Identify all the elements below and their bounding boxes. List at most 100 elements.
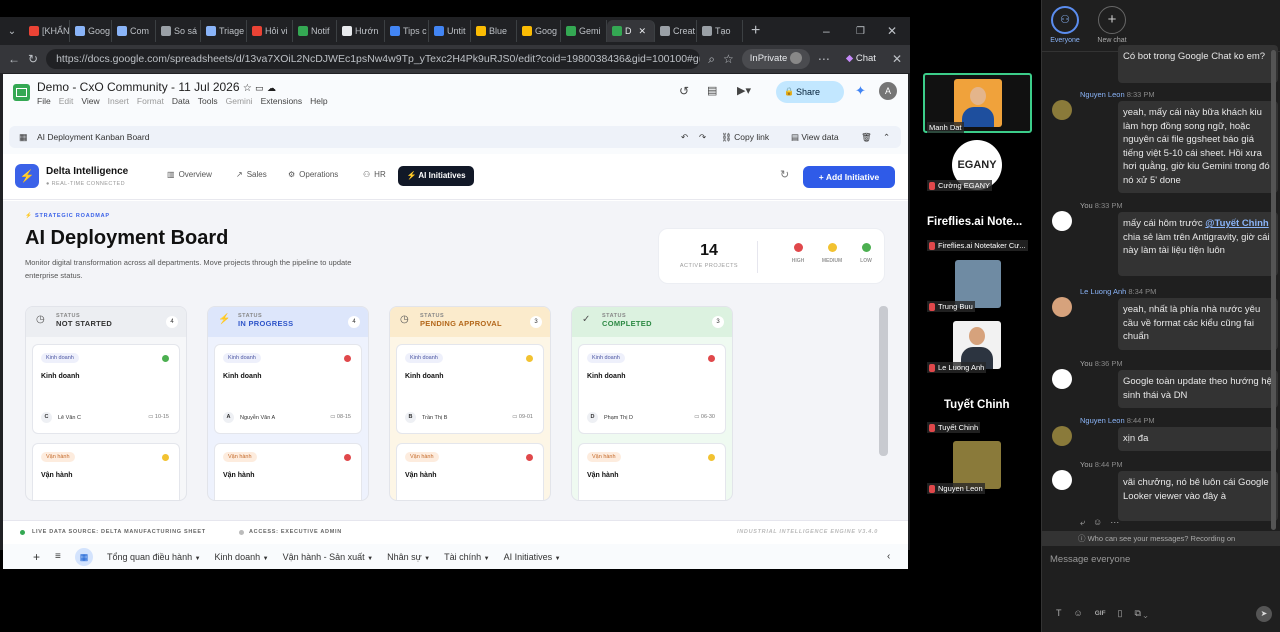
sheet-tab[interactable]: Vận hành - Sản xuất ▼ [283, 552, 374, 562]
chat-everyone-tab[interactable]: ⚇ Everyone [1048, 6, 1082, 48]
message-bubble[interactable]: yeah, mấy cái này bữa khách kiu làm hợp … [1118, 101, 1278, 193]
message-bubble[interactable]: Có bot trong Google Chat ko em? [1118, 45, 1278, 83]
sheet-tab[interactable]: AI Initiatives ▼ [504, 552, 561, 562]
explore-icon[interactable]: ▦ [75, 547, 93, 566]
message-bubble[interactable]: vãi chưởng, nó bê luôn cái Google Looker… [1118, 471, 1278, 521]
add-initiative-button[interactable]: + Add Initiative [803, 166, 895, 188]
menu-format[interactable]: Format [137, 96, 164, 106]
menu-insert[interactable]: Insert [108, 96, 129, 106]
browser-tab[interactable]: Goog [517, 20, 561, 42]
nav-ai-initiatives[interactable]: ⚡ AI Initiatives [398, 166, 474, 186]
recording-notice[interactable]: ⓘ Who can see your messages? Recording o… [1042, 531, 1280, 546]
gif-icon[interactable]: GIF [1095, 608, 1106, 620]
browser-tab[interactable]: Blue [471, 20, 517, 42]
more-icon[interactable]: ⋯ [1110, 517, 1119, 528]
emoji-icon[interactable]: ☺ [1074, 608, 1083, 620]
mention-link[interactable]: @Tuyết Chinh [1205, 218, 1268, 229]
add-sheet-icon[interactable]: + [33, 550, 40, 564]
file-icon[interactable]: ▯ [1118, 608, 1123, 620]
new-chat-tab[interactable]: + New chat [1092, 6, 1132, 48]
message-bubble[interactable]: Google toàn update theo hướng hệ sinh th… [1118, 370, 1278, 408]
browser-tab[interactable]: Gemi [561, 20, 607, 42]
menu-file[interactable]: File [37, 96, 51, 106]
close-window-icon[interactable]: ✕ [887, 24, 897, 38]
history-icon[interactable]: ↺ [679, 84, 689, 98]
browser-tab[interactable]: Triage [201, 20, 247, 42]
board-scrollbar[interactable] [879, 306, 888, 456]
browser-tab[interactable]: Notif [293, 20, 337, 42]
copilot-chat-button[interactable]: ◆ Chat [838, 49, 884, 69]
account-avatar[interactable]: A [879, 82, 897, 100]
menu-gemini[interactable]: Gemini [226, 96, 253, 106]
browser-tab[interactable]: Hỏi vi [247, 20, 293, 42]
message-bubble[interactable]: yeah, nhất là phía nhà nước yêu cầu về f… [1118, 298, 1278, 350]
browser-tab[interactable]: D ✕ [607, 20, 655, 42]
more-icon[interactable]: ⋯ [818, 52, 830, 66]
collapse-icon[interactable]: ⌃ [883, 126, 890, 148]
menu-help[interactable]: Help [310, 96, 327, 106]
initiative-card[interactable]: Vận hành Vận hành [578, 443, 726, 500]
sheet-tab[interactable]: Kinh doanh ▼ [215, 552, 269, 562]
inprivate-badge[interactable]: InPrivate [741, 49, 810, 69]
nav-hr[interactable]: ⚇ HR [363, 170, 386, 179]
move-folder-icon[interactable]: ▭ [255, 83, 264, 93]
new-tab-icon[interactable]: + [751, 22, 760, 40]
nav-operations[interactable]: ⚙ Operations [288, 170, 338, 179]
browser-tab[interactable]: Goog [70, 20, 112, 42]
browser-tab[interactable]: Tạo [697, 20, 743, 42]
view-data-button[interactable]: ▤ View data [791, 126, 839, 148]
star-icon[interactable]: ☆ [243, 83, 252, 94]
menu-extensions[interactable]: Extensions [261, 96, 303, 106]
maximize-icon[interactable]: ❐ [856, 26, 865, 37]
redo-icon[interactable]: ↷ [699, 126, 706, 148]
zoom-icon[interactable]: ⌕ [708, 52, 715, 67]
nav-overview[interactable]: ▥ Overview [167, 170, 212, 179]
participant-tile-tuyet-chinh[interactable]: Tuyết Chinh Tuyết Chinh [927, 397, 1031, 433]
participant-tile-nguyen-leon[interactable]: Nguyen Leon [927, 441, 1031, 495]
scroll-tabs-icon[interactable]: ‹ [887, 551, 890, 562]
browser-tab[interactable]: So sá [156, 20, 201, 42]
emoji-react-icon[interactable]: ☺ [1093, 517, 1102, 528]
initiative-card[interactable]: Kinh doanh Kinh doanh A Nguyễn Văn A ▭ 08-15 [214, 344, 362, 434]
url-field[interactable]: https://docs.google.com/spreadsheets/d/1… [46, 49, 701, 69]
browser-tab[interactable]: [KHẨN [24, 20, 70, 42]
tab-menu-icon[interactable]: ⌄ [0, 26, 24, 37]
text-format-icon[interactable]: T [1056, 608, 1062, 620]
browser-tab[interactable]: Creat [655, 20, 697, 42]
all-sheets-icon[interactable]: ≡ [55, 551, 61, 562]
comments-icon[interactable]: ▤ [707, 84, 717, 97]
meet-icon[interactable]: ▶▾ [737, 84, 751, 97]
initiative-card[interactable]: Vận hành Vận hành [214, 443, 362, 500]
menu-view[interactable]: View [81, 96, 99, 106]
message-bubble[interactable]: xịn đa [1118, 427, 1278, 451]
initiative-card[interactable]: Vận hành Vận hành [396, 443, 544, 500]
browser-tab[interactable]: Untit [429, 20, 471, 42]
initiative-card[interactable]: Kinh doanh Kinh doanh D Phạm Thị D ▭ 06-30 [578, 344, 726, 434]
nav-sales[interactable]: ↗ Sales [236, 170, 267, 179]
participant-tile-fireflies[interactable]: Fireflies.ai Note... Fireflies.ai Noteta… [927, 216, 1031, 252]
menu-edit[interactable]: Edit [59, 96, 74, 106]
participant-tile-trung-buu[interactable]: Trung Buu [927, 260, 1031, 312]
browser-tab[interactable]: Tips c [385, 20, 429, 42]
back-icon[interactable]: ← [8, 52, 20, 66]
sheets-logo-icon[interactable] [13, 84, 30, 101]
share-button[interactable]: 🔒 Share [776, 81, 844, 103]
menu-data[interactable]: Data [172, 96, 190, 106]
initiative-card[interactable]: Vận hành Vận hành [32, 443, 180, 500]
refresh-app-icon[interactable]: ↻ [780, 168, 789, 181]
send-icon[interactable]: ➤ [1256, 606, 1272, 622]
menu-tools[interactable]: Tools [198, 96, 218, 106]
undo-icon[interactable]: ↶ [681, 126, 688, 148]
refresh-icon[interactable]: ↻ [28, 52, 38, 66]
sheet-tab[interactable]: Nhân sự ▼ [387, 552, 430, 562]
message-input[interactable]: Message everyone [1048, 552, 1273, 596]
sheet-tab[interactable]: Tài chính ▼ [444, 552, 490, 562]
chat-scrollbar[interactable] [1271, 50, 1276, 530]
browser-tab[interactable]: Hướn [337, 20, 385, 42]
participant-tile-le-luong-anh[interactable]: Le Luong Anh [927, 321, 1031, 373]
gemini-icon[interactable]: ✦ [855, 83, 866, 99]
close-sidebar-icon[interactable]: ✕ [892, 52, 902, 66]
favorite-star-icon[interactable]: ☆ [723, 52, 734, 66]
initiative-card[interactable]: Kinh doanh Kinh doanh B Trần Thị B ▭ 09-01 [396, 344, 544, 434]
initiative-card[interactable]: Kinh doanh Kinh doanh C Lê Văn C ▭ 10-15 [32, 344, 180, 434]
